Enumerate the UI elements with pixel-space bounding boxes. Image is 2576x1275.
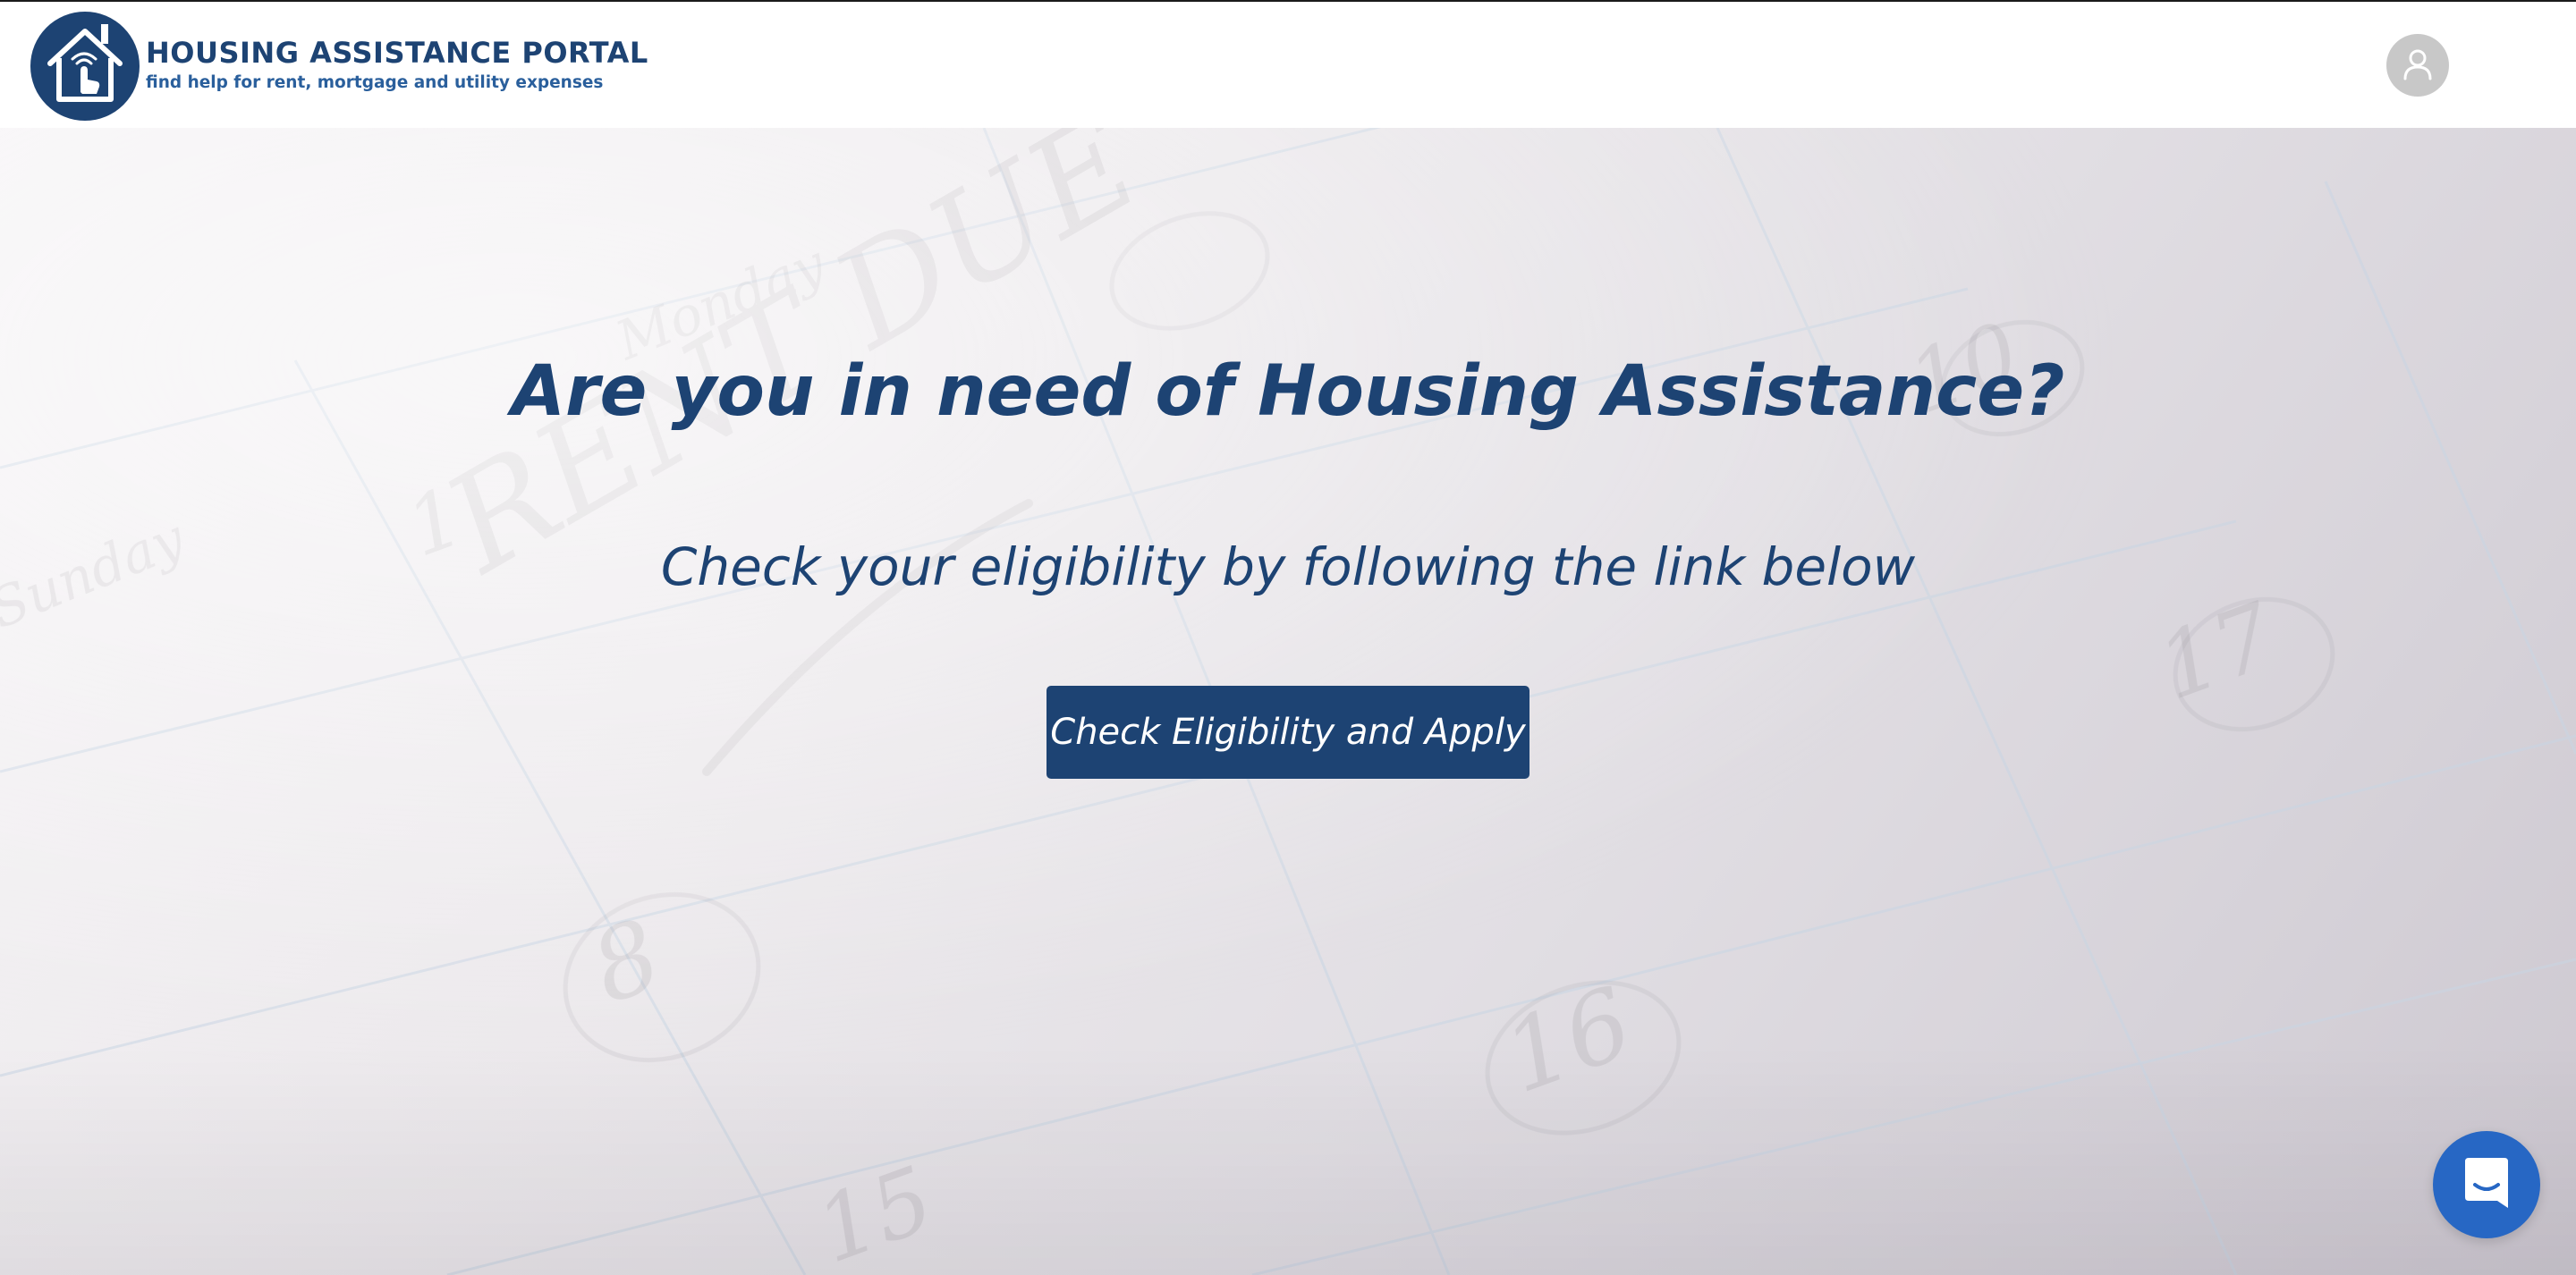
user-icon	[2403, 49, 2432, 80]
chat-launcher-button[interactable]	[2433, 1131, 2540, 1238]
house-hand-icon	[47, 24, 123, 102]
check-eligibility-button[interactable]: Check Eligibility and Apply	[1046, 686, 1530, 779]
brand-title[interactable]: HOUSING ASSISTANCE PORTAL	[146, 36, 648, 70]
account-avatar-button[interactable]	[2386, 34, 2449, 97]
logo[interactable]	[30, 12, 140, 121]
hero-subheadline: Check your eligibility by following the …	[660, 536, 1916, 597]
hero-section: RENT DUE 8 16 17 10 15 1 Monday Sunday A…	[0, 128, 2576, 1275]
chat-bubble-icon	[2465, 1158, 2508, 1208]
site-header: HOUSING ASSISTANCE PORTAL find help for …	[0, 2, 2576, 128]
hero-headline: Are you in need of Housing Assistance?	[511, 351, 2065, 432]
brand-tagline: find help for rent, mortgage and utility…	[146, 73, 604, 92]
